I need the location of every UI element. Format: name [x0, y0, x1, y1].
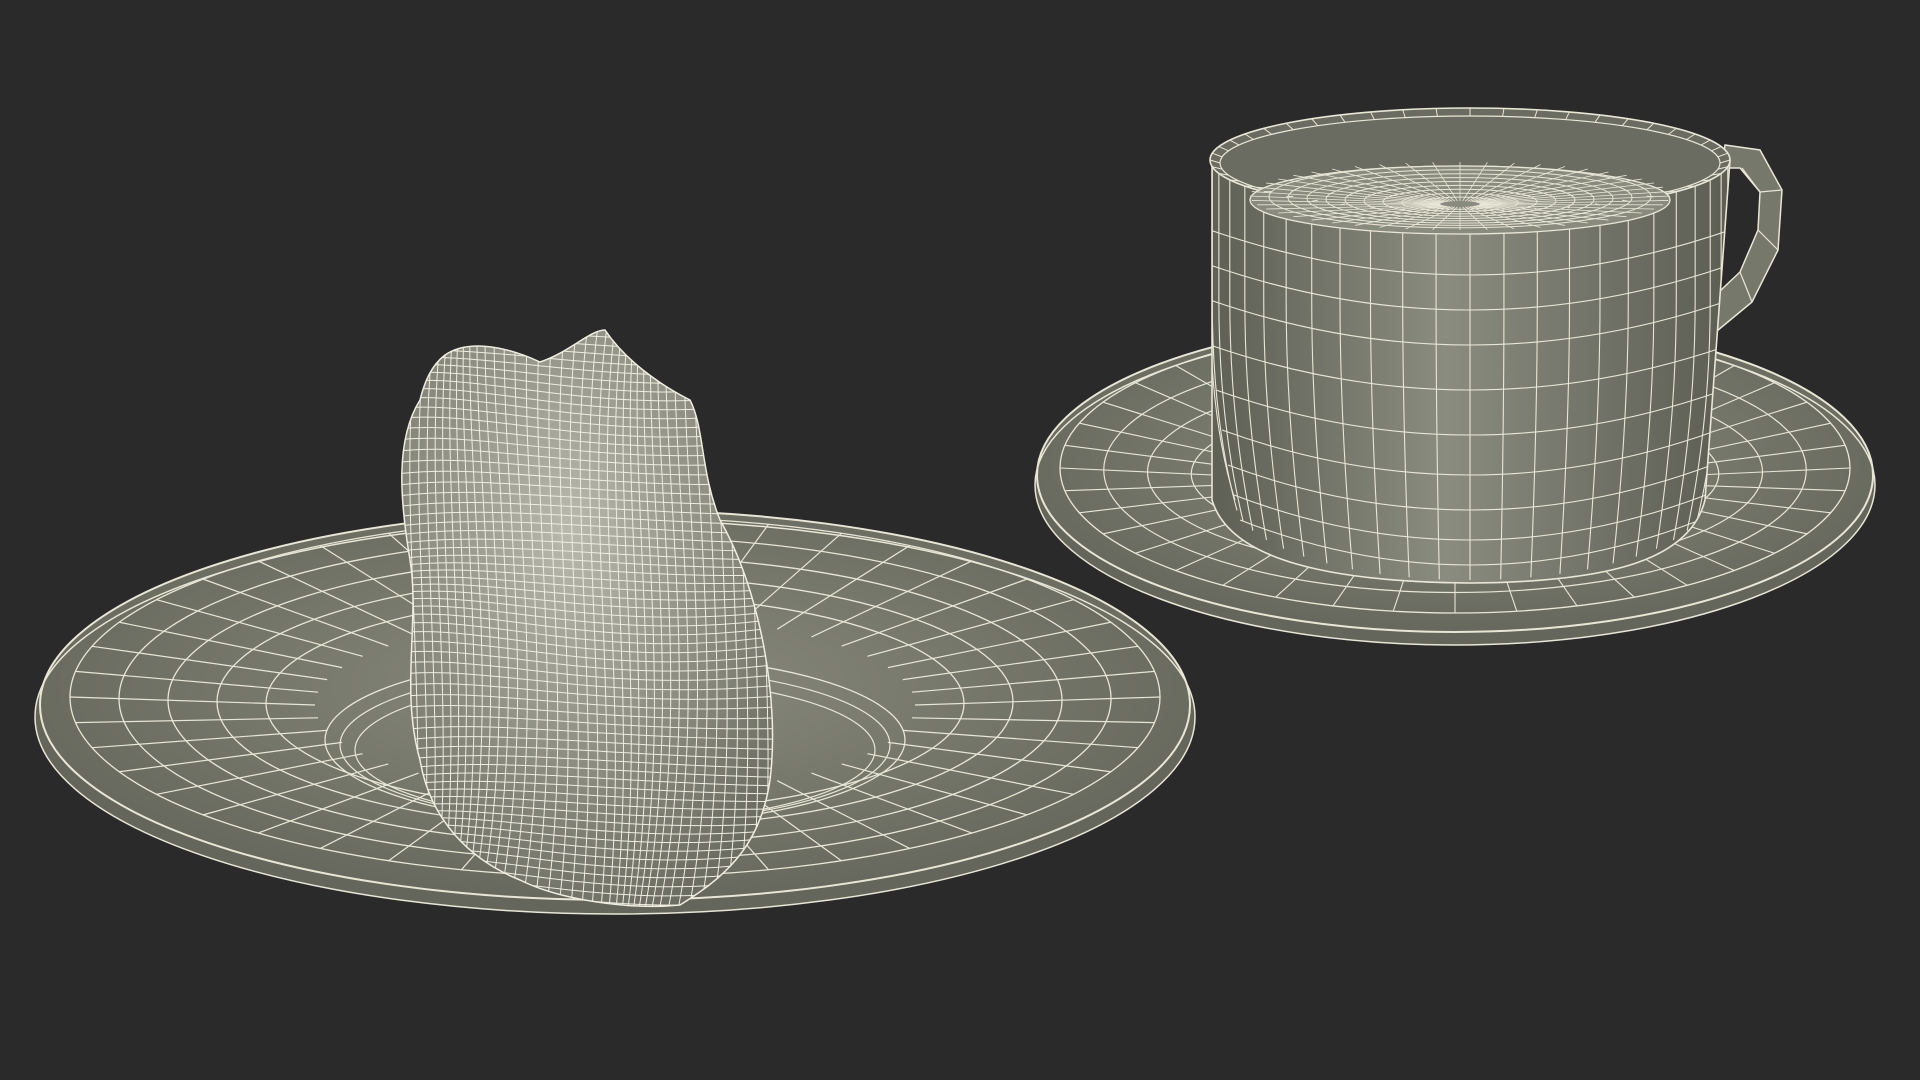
wireframe-render-viewport	[34, 107, 1876, 915]
cup	[1209, 107, 1783, 584]
